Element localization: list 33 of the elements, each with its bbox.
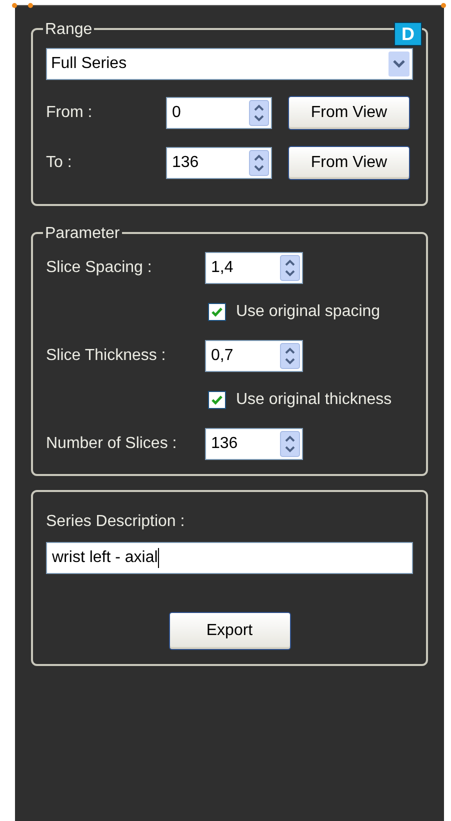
spin-arrows-icon[interactable] [249,100,269,126]
caret-icon [388,51,410,77]
check-icon [211,306,223,318]
letter-badge: D [394,22,422,46]
field-label: Series Description : [46,512,186,532]
checkbox-label: Use original spacing [236,302,380,322]
field-label: From : [46,103,94,123]
spin-box[interactable]: 0,7 [205,340,303,372]
spin-arrows-icon[interactable] [280,431,300,457]
spin-box[interactable]: 1,4 [205,252,303,284]
selection-handle[interactable] [28,3,33,8]
checkbox[interactable] [208,391,226,409]
field-label: Number of Slices : [46,434,178,454]
push-button[interactable]: From View [288,96,410,130]
push-button[interactable]: Export [168,612,290,650]
dropdown[interactable]: Full Series [46,48,413,80]
checkbox-label: Use original thickness [236,390,392,410]
text-cursor [158,548,159,568]
spin-box[interactable]: 136 [205,428,303,460]
checkbox[interactable] [208,303,226,321]
spin-arrows-icon[interactable] [249,150,269,176]
spin-arrows-icon[interactable] [280,255,300,281]
field-label: Slice Thickness : [46,346,167,366]
selection-handle[interactable] [441,3,446,8]
selection-handle[interactable] [12,3,17,8]
field-label: Slice Spacing : [46,258,153,278]
check-icon [211,394,223,406]
field-label: To : [46,153,73,173]
spin-arrows-icon[interactable] [280,343,300,369]
text-field[interactable]: wrist left - axial [46,542,413,574]
spin-box[interactable]: 136 [166,147,272,179]
push-button[interactable]: From View [288,146,410,180]
spin-box[interactable]: 0 [166,97,272,129]
